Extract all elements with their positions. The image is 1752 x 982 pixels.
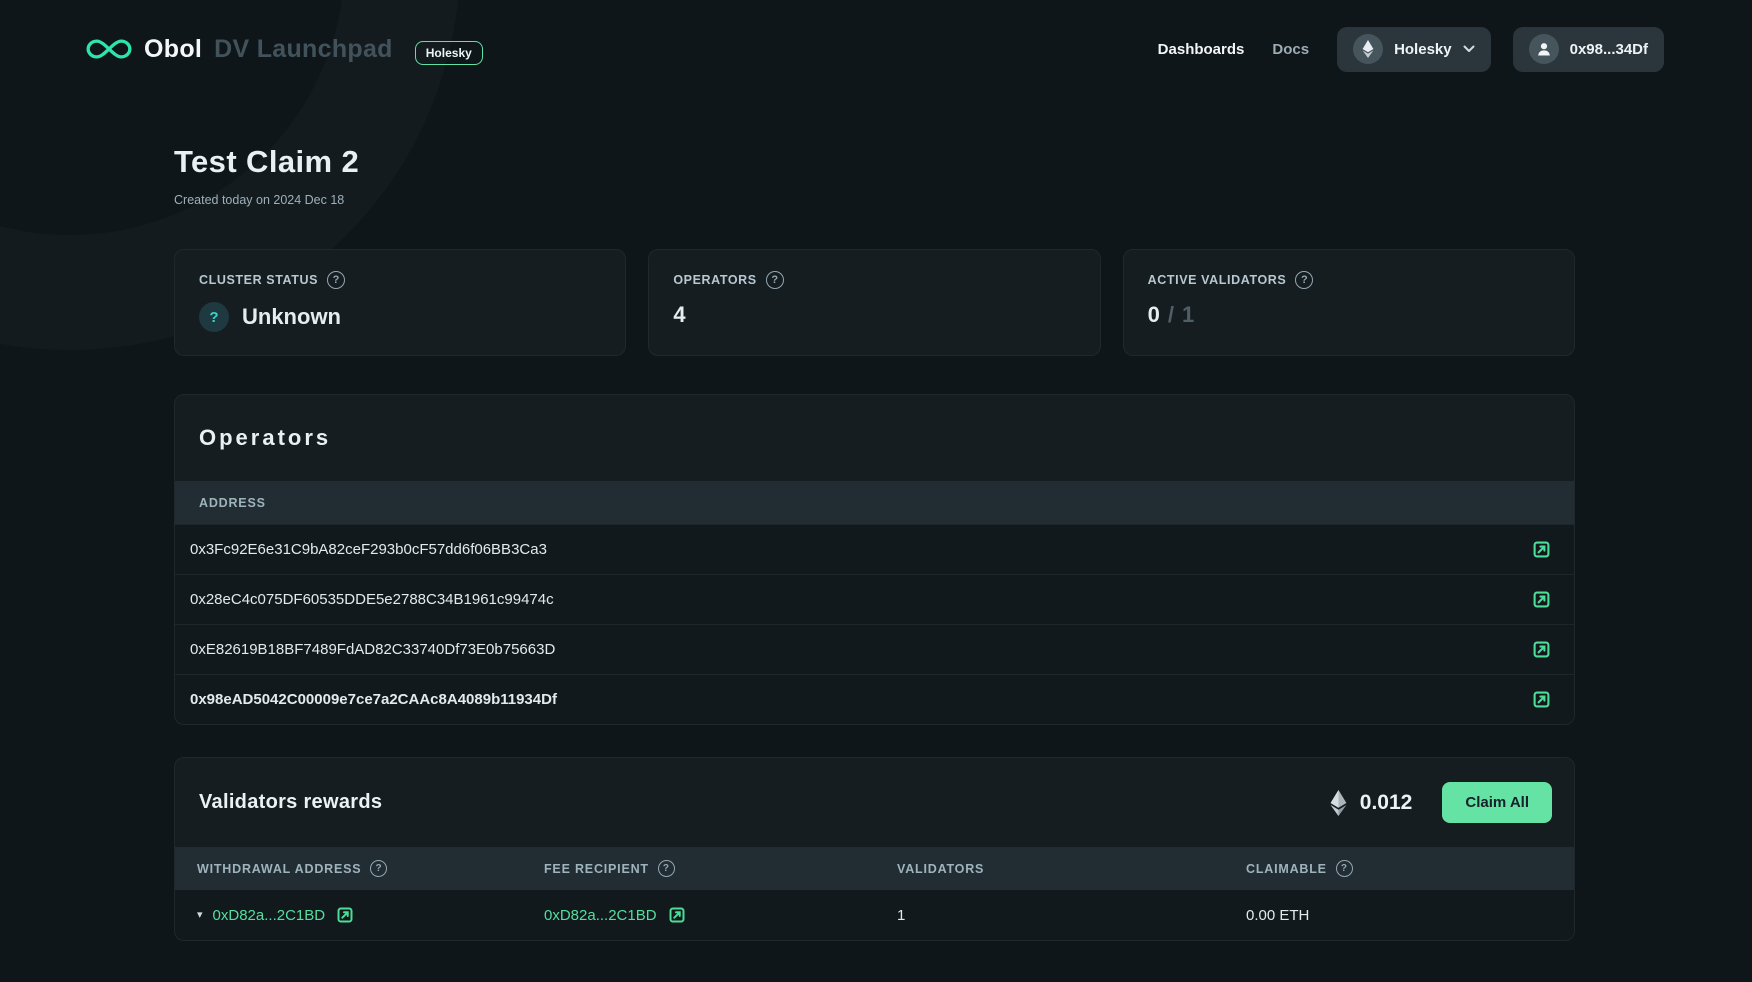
withdrawal-address-link[interactable]: 0xD82a...2C1BD <box>213 907 326 924</box>
operator-explorer-link-icon[interactable] <box>1531 539 1552 560</box>
nav-link-docs[interactable]: Docs <box>1272 41 1309 58</box>
rewards-panel-title: Validators rewards <box>199 791 382 814</box>
page-title: Test Claim 2 <box>174 144 1575 180</box>
wallet-address: 0x98...34Df <box>1570 41 1648 58</box>
cluster-status-label: CLUSTER STATUS <box>199 273 318 287</box>
chevron-down-icon <box>1463 45 1475 53</box>
page-subtitle: Created today on 2024 Dec 18 <box>174 193 1575 207</box>
operators-count-label: OPERATORS <box>673 273 756 287</box>
rewards-table-header: WITHDRAWAL ADDRESS ? FEE RECIPIENT ? VAL… <box>175 847 1574 890</box>
network-selector-label: Holesky <box>1394 41 1452 58</box>
operators-panel: Operators ADDRESS 0x3Fc92E6e31C9bA82ceF2… <box>174 394 1575 725</box>
active-validators-help-icon[interactable]: ? <box>1295 271 1313 289</box>
operator-address: 0x28eC4c075DF60535DDE5e2788C34B1961c9947… <box>190 591 554 608</box>
claimable-amount-cell: 0.00 ETH <box>1246 907 1552 924</box>
cluster-status-help-icon[interactable]: ? <box>327 271 345 289</box>
operators-count-help-icon[interactable]: ? <box>766 271 784 289</box>
address-column-header: ADDRESS <box>199 496 266 510</box>
claimable-column-header: CLAIMABLE <box>1246 862 1327 876</box>
wallet-account-button[interactable]: 0x98...34Df <box>1513 27 1664 72</box>
brand-name: Obol <box>144 35 202 64</box>
fee-recipient-column-header: FEE RECIPIENT <box>544 862 649 876</box>
brand-home-link[interactable]: Obol DV Launchpad Holesky <box>86 33 483 65</box>
withdrawal-address-column-header: WITHDRAWAL ADDRESS <box>197 862 361 876</box>
fee-recipient-help-icon[interactable]: ? <box>658 860 675 877</box>
claimable-help-icon[interactable]: ? <box>1336 860 1353 877</box>
operators-panel-title: Operators <box>199 425 331 450</box>
cluster-status-card: CLUSTER STATUS ? ? Unknown <box>174 249 626 356</box>
operators-count-card: OPERATORS ? 4 <box>648 249 1100 356</box>
operator-row-current-user: 0x98eAD5042C00009e7ce7a2CAAc8A4089b11934… <box>175 674 1574 724</box>
claim-all-button[interactable]: Claim All <box>1442 782 1552 823</box>
operator-explorer-link-icon[interactable] <box>1531 589 1552 610</box>
expand-row-caret-icon[interactable]: ▾ <box>197 910 203 921</box>
validators-rewards-panel: Validators rewards 0.012 Claim All WITHD… <box>174 757 1575 941</box>
withdrawal-address-explorer-icon[interactable] <box>335 905 355 925</box>
ethereum-network-icon <box>1353 34 1383 64</box>
cluster-status-value: Unknown <box>242 304 341 330</box>
unknown-status-icon: ? <box>199 302 229 332</box>
operator-address: 0x3Fc92E6e31C9bA82ceF293b0cF57dd6f06BB3C… <box>190 541 547 558</box>
fee-recipient-link[interactable]: 0xD82a...2C1BD <box>544 907 657 924</box>
user-avatar-icon <box>1529 34 1559 64</box>
active-validators-total: 1 <box>1182 302 1194 328</box>
active-validators-separator: / <box>1168 302 1174 328</box>
nav-link-dashboards[interactable]: Dashboards <box>1158 41 1245 58</box>
validators-column-header: VALIDATORS <box>897 862 984 876</box>
fee-recipient-explorer-icon[interactable] <box>667 905 687 925</box>
main-content: Test Claim 2 Created today on 2024 Dec 1… <box>174 144 1575 941</box>
operators-count-value: 4 <box>673 302 685 328</box>
operator-address: 0x98eAD5042C00009e7ce7a2CAAc8A4089b11934… <box>190 691 557 708</box>
active-validators-card: ACTIVE VALIDATORS ? 0 / 1 <box>1123 249 1575 356</box>
ethereum-icon <box>1330 790 1347 816</box>
validators-count-cell: 1 <box>897 907 1246 924</box>
operator-explorer-link-icon[interactable] <box>1531 689 1552 710</box>
network-selector-button[interactable]: Holesky <box>1337 27 1491 72</box>
total-rewards-amount: 0.012 <box>1360 791 1413 815</box>
top-navigation-bar: Obol DV Launchpad Holesky Dashboards Doc… <box>0 0 1752 98</box>
top-nav-links: Dashboards Docs Holesky 0x98...34Df <box>1158 27 1664 72</box>
active-validators-label: ACTIVE VALIDATORS <box>1148 273 1287 287</box>
operator-row: 0x28eC4c075DF60535DDE5e2788C34B1961c9947… <box>175 574 1574 624</box>
active-validators-current: 0 <box>1148 302 1160 328</box>
operator-row: 0x3Fc92E6e31C9bA82ceF293b0cF57dd6f06BB3C… <box>175 524 1574 574</box>
stat-cards-row: CLUSTER STATUS ? ? Unknown OPERATORS ? 4… <box>174 249 1575 356</box>
brand-product-name: DV Launchpad <box>214 35 393 64</box>
operators-table-header: ADDRESS <box>175 481 1574 524</box>
operator-explorer-link-icon[interactable] <box>1531 639 1552 660</box>
network-badge: Holesky <box>415 41 483 65</box>
withdrawal-address-help-icon[interactable]: ? <box>370 860 387 877</box>
operator-address: 0xE82619B18BF7489FdAD82C33740Df73E0b7566… <box>190 641 555 658</box>
obol-infinity-logo-icon <box>86 37 132 61</box>
operator-row: 0xE82619B18BF7489FdAD82C33740Df73E0b7566… <box>175 624 1574 674</box>
rewards-table-row: ▾ 0xD82a...2C1BD 0xD82a...2C1BD 1 0.00 E… <box>175 890 1574 940</box>
